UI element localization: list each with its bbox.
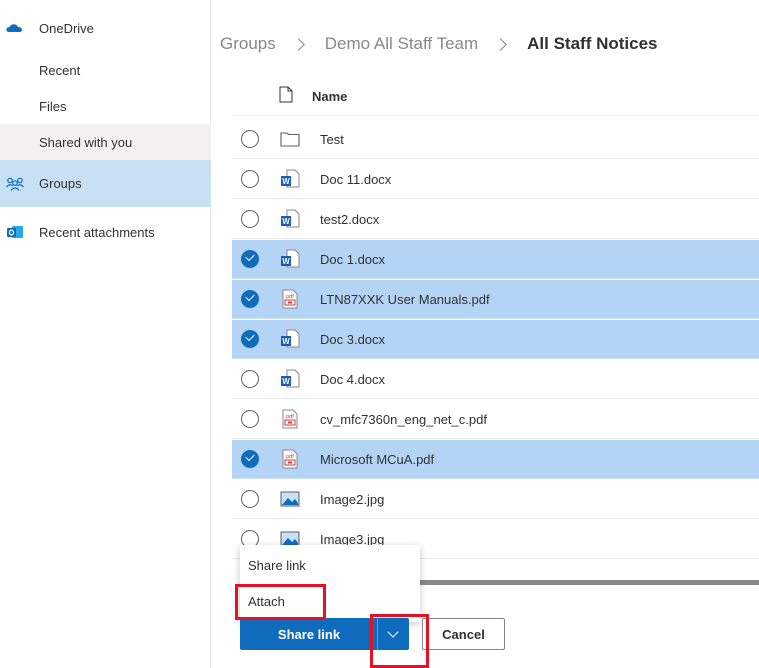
svg-text:pdf: pdf: [286, 414, 294, 420]
horizontal-scrollbar[interactable]: [420, 580, 759, 585]
name-column-header[interactable]: Name: [312, 89, 347, 104]
sidebar-item-recent-attachments[interactable]: Recent attachments: [0, 214, 211, 250]
menu-item-share-link[interactable]: Share link: [240, 547, 420, 581]
word-document-icon: W: [281, 249, 300, 268]
svg-text:W: W: [282, 257, 290, 266]
sidebar: OneDrive Recent Files Shared with you Gr…: [0, 0, 211, 668]
pdf-icon: pdf: [282, 289, 298, 309]
word-document-icon: W: [281, 169, 300, 188]
sidebar-item-shared-with-you[interactable]: Shared with you: [0, 124, 211, 160]
sidebar-item-label: Files: [39, 98, 67, 114]
file-row[interactable]: W Doc 1.docx: [232, 240, 759, 279]
file-row[interactable]: pdf Microsoft MCuA.pdf: [232, 440, 759, 479]
file-name[interactable]: LTN87XXK User Manuals.pdf: [320, 292, 490, 307]
svg-text:pdf: pdf: [286, 454, 294, 460]
checked-circle-icon[interactable]: [241, 250, 259, 268]
checked-circle-icon[interactable]: [241, 450, 259, 468]
svg-text:W: W: [282, 177, 290, 186]
breadcrumb: Groups Demo All Staff Team All Staff Not…: [220, 32, 658, 56]
groups-icon: [6, 177, 24, 191]
menu-item-label: Attach: [248, 594, 285, 609]
file-name[interactable]: Doc 11.docx: [320, 172, 391, 187]
breadcrumb-groups[interactable]: Groups: [220, 34, 276, 54]
file-row[interactable]: Test: [232, 120, 759, 159]
sidebar-item-onedrive[interactable]: OneDrive: [0, 10, 211, 46]
word-document-icon: W: [281, 329, 300, 348]
svg-text:pdf: pdf: [286, 294, 294, 300]
sidebar-item-label: Shared with you: [39, 134, 133, 150]
sidebar-item-files[interactable]: Files: [0, 88, 211, 124]
file-row[interactable]: W Doc 11.docx: [232, 160, 759, 199]
checked-circle-icon[interactable]: [241, 290, 259, 308]
sidebar-item-label: Groups: [39, 176, 82, 191]
sidebar-item-recent[interactable]: Recent: [0, 52, 211, 88]
file-row[interactable]: Image2.jpg: [232, 480, 759, 519]
file-name[interactable]: Doc 4.docx: [320, 372, 385, 387]
unchecked-circle-icon[interactable]: [241, 210, 259, 228]
breadcrumb-team[interactable]: Demo All Staff Team: [325, 34, 478, 54]
file-name[interactable]: Doc 3.docx: [320, 332, 385, 347]
file-name[interactable]: cv_mfc7360n_eng_net_c.pdf: [320, 412, 487, 427]
chevron-right-icon: [494, 37, 508, 51]
chevron-down-icon: [387, 626, 399, 638]
file-name[interactable]: Image2.jpg: [320, 492, 384, 507]
pdf-icon: pdf: [282, 449, 298, 469]
file-row[interactable]: pdf cv_mfc7360n_eng_net_c.pdf: [232, 400, 759, 439]
share-options-menu: Share link Attach: [240, 545, 420, 622]
file-name[interactable]: Test: [320, 132, 344, 147]
image-icon: [280, 491, 300, 507]
menu-item-attach[interactable]: Attach: [240, 583, 420, 617]
outlook-icon: [7, 226, 23, 238]
share-link-button[interactable]: Share link: [240, 618, 378, 650]
folder-icon: [280, 132, 300, 147]
unchecked-circle-icon[interactable]: [241, 370, 259, 388]
svg-text:W: W: [282, 377, 290, 386]
svg-text:W: W: [282, 337, 290, 346]
cloud-icon: [6, 24, 22, 32]
checked-circle-icon[interactable]: [241, 330, 259, 348]
cancel-button[interactable]: Cancel: [422, 618, 505, 650]
file-name[interactable]: test2.docx: [320, 212, 379, 227]
unchecked-circle-icon[interactable]: [241, 490, 259, 508]
chevron-right-icon: [291, 37, 305, 51]
breadcrumb-current: All Staff Notices: [527, 34, 658, 53]
sidebar-item-label: OneDrive: [39, 20, 94, 36]
file-name[interactable]: Doc 1.docx: [320, 252, 385, 267]
unchecked-circle-icon[interactable]: [241, 170, 259, 188]
file-row[interactable]: pdf LTN87XXK User Manuals.pdf: [232, 280, 759, 319]
document-icon: [279, 86, 293, 103]
file-row[interactable]: W Doc 3.docx: [232, 320, 759, 359]
share-options-dropdown-button[interactable]: [377, 618, 409, 650]
word-document-icon: W: [281, 209, 300, 228]
file-name[interactable]: Microsoft MCuA.pdf: [320, 452, 434, 467]
file-row[interactable]: W Doc 4.docx: [232, 360, 759, 399]
menu-item-label: Share link: [248, 558, 306, 573]
sidebar-item-groups[interactable]: Groups: [0, 160, 211, 207]
sidebar-item-label: Recent: [39, 62, 81, 78]
unchecked-circle-icon[interactable]: [241, 130, 259, 148]
pdf-icon: pdf: [282, 409, 298, 429]
file-row[interactable]: Wtest2.docx: [232, 200, 759, 239]
svg-text:W: W: [282, 217, 290, 226]
word-document-icon: W: [281, 369, 300, 388]
unchecked-circle-icon[interactable]: [241, 410, 259, 428]
sidebar-item-label: Recent attachments: [39, 224, 155, 240]
list-header: Name: [232, 80, 759, 116]
